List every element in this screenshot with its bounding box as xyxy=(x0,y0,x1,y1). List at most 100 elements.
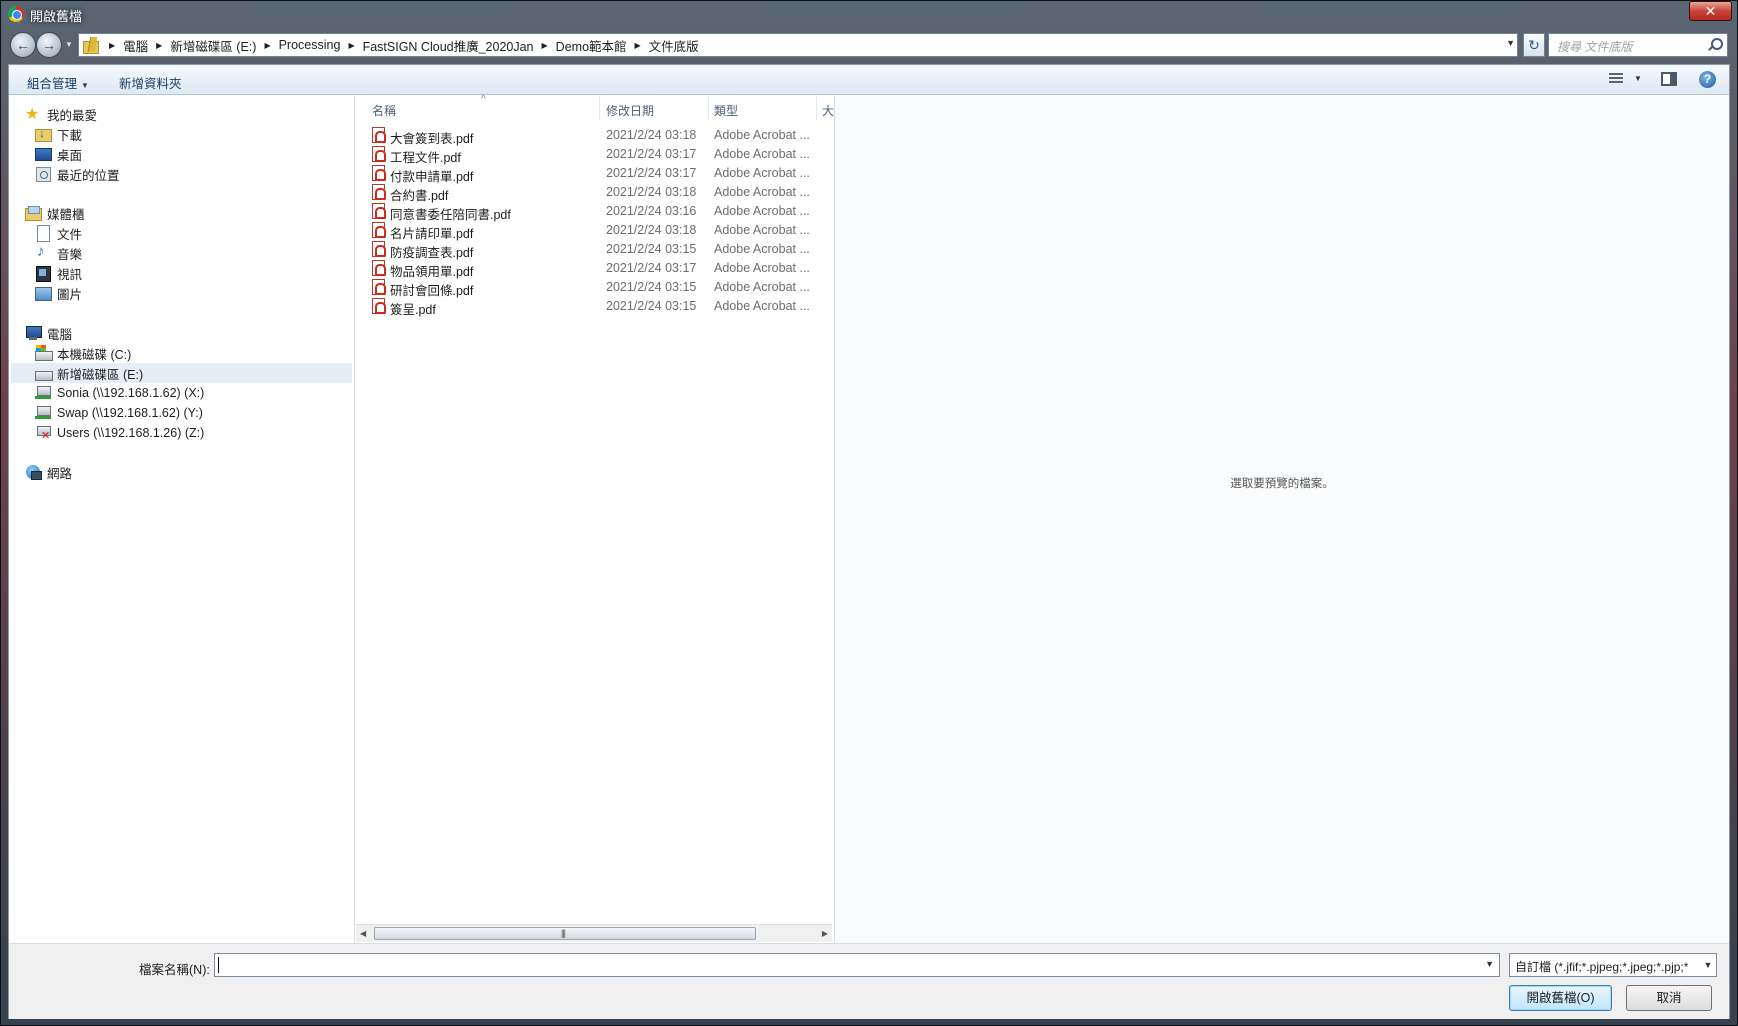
search-input[interactable]: 搜尋 文件底版 xyxy=(1548,33,1728,57)
folder-icon xyxy=(83,37,99,54)
music-icon xyxy=(35,243,51,261)
file-date: 2021/2/24 03:15 xyxy=(606,280,697,294)
help-icon[interactable]: ? xyxy=(1699,71,1716,88)
file-type: Adobe Acrobat ... xyxy=(714,147,810,161)
grip-icon: ||| xyxy=(561,928,566,938)
chevron-right-icon[interactable]: ▶ xyxy=(542,41,548,50)
disconnected-drive-icon xyxy=(35,425,51,442)
column-header: 名稱 ^ 修改日期 類型 大 xyxy=(356,94,834,122)
chevron-right-icon[interactable]: ▶ xyxy=(109,41,115,50)
open-button[interactable]: 開啟舊檔(O) xyxy=(1509,985,1612,1011)
file-date: 2021/2/24 03:18 xyxy=(606,128,697,142)
chevron-right-icon[interactable]: ▶ xyxy=(635,41,641,50)
breadcrumb: ▶ 電腦 ▶ 新增磁碟區 (E:) ▶ Processing ▶ FastSIGN Cloud… xyxy=(101,34,699,56)
search-icon[interactable] xyxy=(1707,38,1723,52)
nav-item-drive-x[interactable]: Sonia (\\192.168.1.62) (X:) xyxy=(35,383,204,403)
nav-item-desktop[interactable]: 桌面 xyxy=(35,144,82,164)
nav-label: 視訊 xyxy=(57,267,83,282)
file-date: 2021/2/24 03:18 xyxy=(606,185,697,199)
breadcrumb-item[interactable]: 新增磁碟區 (E:) xyxy=(170,36,256,55)
address-dropdown-icon[interactable]: ▼ xyxy=(1506,38,1515,48)
nav-item-drive-c[interactable]: 本機磁碟 (C:) xyxy=(35,343,131,363)
nav-libraries[interactable]: 媒體櫃 xyxy=(25,203,85,223)
recent-locations-dropdown[interactable]: ▼ xyxy=(65,40,73,49)
breadcrumb-item[interactable]: FastSIGN Cloud推廣_2020Jan xyxy=(363,36,534,55)
column-divider[interactable] xyxy=(599,96,600,120)
window-title: 開啟舊檔 xyxy=(30,9,83,24)
file-row[interactable]: 研討會回條.pdf 2021/2/24 03:15 Adobe Acrobat ..… xyxy=(356,278,826,298)
preview-pane-icon[interactable] xyxy=(1661,72,1677,86)
horizontal-scrollbar[interactable]: ◀ ||| ▶ xyxy=(356,924,832,942)
file-row[interactable]: 合約書.pdf 2021/2/24 03:18 Adobe Acrobat ... xyxy=(356,183,826,203)
nav-item-drive-z[interactable]: Users (\\192.168.1.26) (Z:) xyxy=(35,423,204,443)
column-type[interactable]: 類型 xyxy=(714,102,738,119)
file-row[interactable]: 簽呈.pdf 2021/2/24 03:15 Adobe Acrobat ... xyxy=(356,297,826,317)
cancel-button[interactable]: 取消 xyxy=(1626,985,1712,1011)
breadcrumb-item[interactable]: Processing xyxy=(279,38,341,52)
new-folder-button[interactable]: 新增資料夾 xyxy=(119,73,182,92)
file-row[interactable]: 同意書委任陪同書.pdf 2021/2/24 03:16 Adobe Acrobat… xyxy=(356,202,826,222)
pdf-file-icon xyxy=(372,146,386,162)
downloads-folder-icon xyxy=(35,126,52,142)
nav-favorites[interactable]: 我的最愛 xyxy=(25,104,97,124)
file-date: 2021/2/24 03:17 xyxy=(606,166,697,180)
column-divider[interactable] xyxy=(816,96,817,120)
column-modified[interactable]: 修改日期 xyxy=(606,102,654,119)
filename-label: 檔案名稱(N): xyxy=(139,963,210,977)
scroll-thumb[interactable]: ||| xyxy=(374,927,756,940)
breadcrumb-item[interactable]: Demo範本館 xyxy=(556,36,627,55)
filter-dropdown-icon[interactable]: ▼ xyxy=(1700,954,1716,976)
nav-item-downloads[interactable]: 下載 xyxy=(35,124,82,144)
chevron-right-icon[interactable]: ▶ xyxy=(264,41,270,50)
nav-item-drive-y[interactable]: Swap (\\192.168.1.62) (Y:) xyxy=(35,403,203,423)
search-placeholder: 搜尋 文件底版 xyxy=(1557,40,1633,54)
filename-dropdown-icon[interactable]: ▼ xyxy=(1485,959,1494,969)
file-row[interactable]: 付款申請單.pdf 2021/2/24 03:17 Adobe Acrobat ..… xyxy=(356,164,826,184)
file-type-filter[interactable]: 自訂檔 (*.jfif;*.pjpeg;*.jpeg;*.pjp;* ▼ xyxy=(1509,953,1717,977)
nav-item-recent-places[interactable]: 最近的位置 xyxy=(35,164,120,184)
organize-menu[interactable]: 組合管理 ▼ xyxy=(27,73,89,92)
back-button[interactable]: ← xyxy=(10,32,36,58)
file-type: Adobe Acrobat ... xyxy=(714,166,810,180)
breadcrumb-item[interactable]: 電腦 xyxy=(123,36,148,55)
file-row[interactable]: 物品領用單.pdf 2021/2/24 03:17 Adobe Acrobat ..… xyxy=(356,259,826,279)
address-row: ← → ▼ ▶ 電腦 ▶ 新增磁碟區 (E:) ▶ Processing ▶ FastSIGN… xyxy=(8,30,1730,60)
view-list-icon[interactable] xyxy=(1609,73,1627,87)
nav-item-documents[interactable]: 文件 xyxy=(35,223,82,243)
nav-item-drive-e[interactable]: 新增磁碟區 (E:) xyxy=(11,363,352,383)
refresh-button[interactable]: ↻ xyxy=(1523,33,1545,57)
file-row[interactable]: 名片請印單.pdf 2021/2/24 03:18 Adobe Acrobat ..… xyxy=(356,221,826,241)
pdf-file-icon xyxy=(372,184,386,200)
breadcrumb-item[interactable]: 文件底版 xyxy=(649,36,699,55)
scroll-left-icon[interactable]: ◀ xyxy=(360,929,366,938)
title-bar[interactable]: 開啟舊檔 ✕ xyxy=(0,0,1738,28)
chevron-right-icon[interactable]: ▶ xyxy=(156,41,162,50)
view-dropdown-icon[interactable]: ▼ xyxy=(1634,74,1642,83)
address-bar[interactable]: ▶ 電腦 ▶ 新增磁碟區 (E:) ▶ Processing ▶ FastSIGN Cloud… xyxy=(78,33,1518,57)
close-button[interactable]: ✕ xyxy=(1689,1,1732,21)
network-drive-icon xyxy=(35,385,51,401)
pdf-file-icon xyxy=(372,222,386,238)
file-row[interactable]: 工程文件.pdf 2021/2/24 03:17 Adobe Acrobat ... xyxy=(356,145,826,165)
chevron-right-icon[interactable]: ▶ xyxy=(348,41,354,50)
pdf-file-icon xyxy=(372,165,386,181)
file-row[interactable]: 防疫調查表.pdf 2021/2/24 03:15 Adobe Acrobat ..… xyxy=(356,240,826,260)
nav-item-videos[interactable]: 視訊 xyxy=(35,263,82,283)
nav-item-music[interactable]: 音樂 xyxy=(35,243,82,263)
column-size[interactable]: 大 xyxy=(822,102,834,119)
nav-label: Users (\\192.168.1.26) (Z:) xyxy=(57,426,205,440)
forward-button[interactable]: → xyxy=(36,32,62,58)
nav-item-pictures[interactable]: 圖片 xyxy=(35,283,82,303)
nav-network[interactable]: 網路 xyxy=(25,462,72,482)
picture-icon xyxy=(35,285,52,301)
video-icon xyxy=(35,265,51,282)
file-name: 簽呈.pdf xyxy=(390,303,436,317)
column-divider[interactable] xyxy=(708,96,709,120)
filename-input[interactable]: ▼ xyxy=(214,953,1500,977)
file-row[interactable]: 大會簽到表.pdf 2021/2/24 03:18 Adobe Acrobat ..… xyxy=(356,126,826,146)
column-name[interactable]: 名稱 xyxy=(372,102,396,119)
bottom-bar: 檔案名稱(N): ▼ 自訂檔 (*.jfif;*.pjpeg;*.jpeg;*.… xyxy=(9,943,1729,1019)
nav-computer[interactable]: 電腦 xyxy=(25,323,72,343)
scroll-right-icon[interactable]: ▶ xyxy=(822,929,828,938)
file-date: 2021/2/24 03:15 xyxy=(606,242,697,256)
